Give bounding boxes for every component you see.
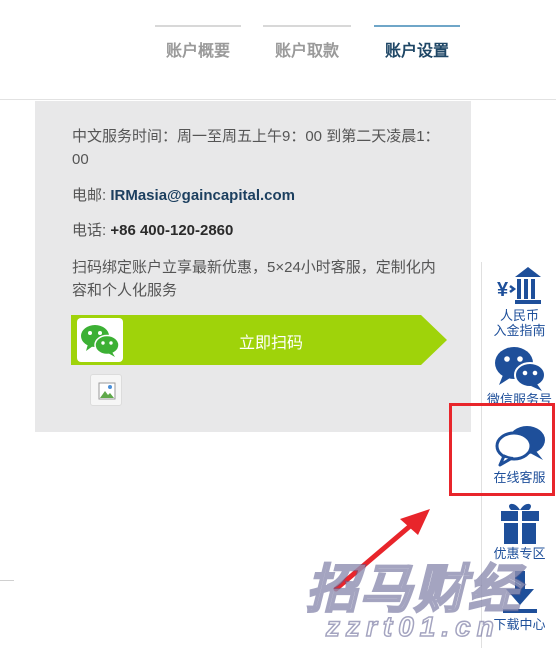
tab-account-settings[interactable]: 账户设置 bbox=[374, 25, 460, 65]
email-link[interactable]: IRMasia@gaincapital.com bbox=[110, 187, 295, 204]
email-row: 电邮: IRMasia@gaincapital.com bbox=[72, 184, 442, 207]
scan-button-label: 立即扫码 bbox=[238, 335, 303, 352]
sidebar-item-rmb-deposit[interactable]: ¥ 人民币 入金指南 bbox=[482, 264, 556, 340]
divider-line bbox=[0, 580, 14, 581]
sidebar-label-rmb-line1: 人民币 bbox=[499, 308, 539, 323]
service-info-card: 中文服务时间：周一至周五上午9：00 到第二天凌晨1：00 电邮: IRMasi… bbox=[35, 101, 471, 432]
highlight-box bbox=[449, 403, 555, 496]
phone-label: 电话: bbox=[72, 222, 111, 239]
watermark: 招马财经 zzrt01.cn bbox=[305, 547, 556, 648]
wechat-service-icon bbox=[494, 347, 546, 391]
email-label: 电邮: bbox=[72, 187, 111, 204]
rmb-deposit-icon: ¥ bbox=[497, 267, 541, 304]
promo-text: 扫码绑定账户立享最新优惠，5×24小时客服，定制化内容和个人化服务 bbox=[72, 259, 436, 299]
sidebar-label-rmb-line2: 入金指南 bbox=[493, 323, 546, 338]
service-hours-text: 中文服务时间：周一至周五上午9：00 到第二天凌晨1：00 bbox=[72, 128, 440, 168]
phone-row: 电话: +86 400-120-2860 bbox=[72, 219, 442, 242]
phone-number: +86 400-120-2860 bbox=[110, 222, 234, 239]
wechat-logo-box bbox=[77, 318, 123, 362]
wechat-icon bbox=[81, 325, 120, 357]
watermark-subtitle: zzrt01.cn bbox=[325, 610, 500, 643]
tab-account-withdrawal[interactable]: 账户取款 bbox=[263, 25, 351, 65]
qr-code-image-broken-icon bbox=[90, 374, 122, 406]
tab-account-overview[interactable]: 账户概要 bbox=[155, 25, 241, 65]
svg-text:¥: ¥ bbox=[497, 279, 509, 301]
gift-icon bbox=[500, 503, 539, 544]
tab-bar: 账户概要 账户取款 账户设置 bbox=[0, 0, 556, 100]
scan-now-button[interactable]: 立即扫码 bbox=[71, 315, 447, 365]
